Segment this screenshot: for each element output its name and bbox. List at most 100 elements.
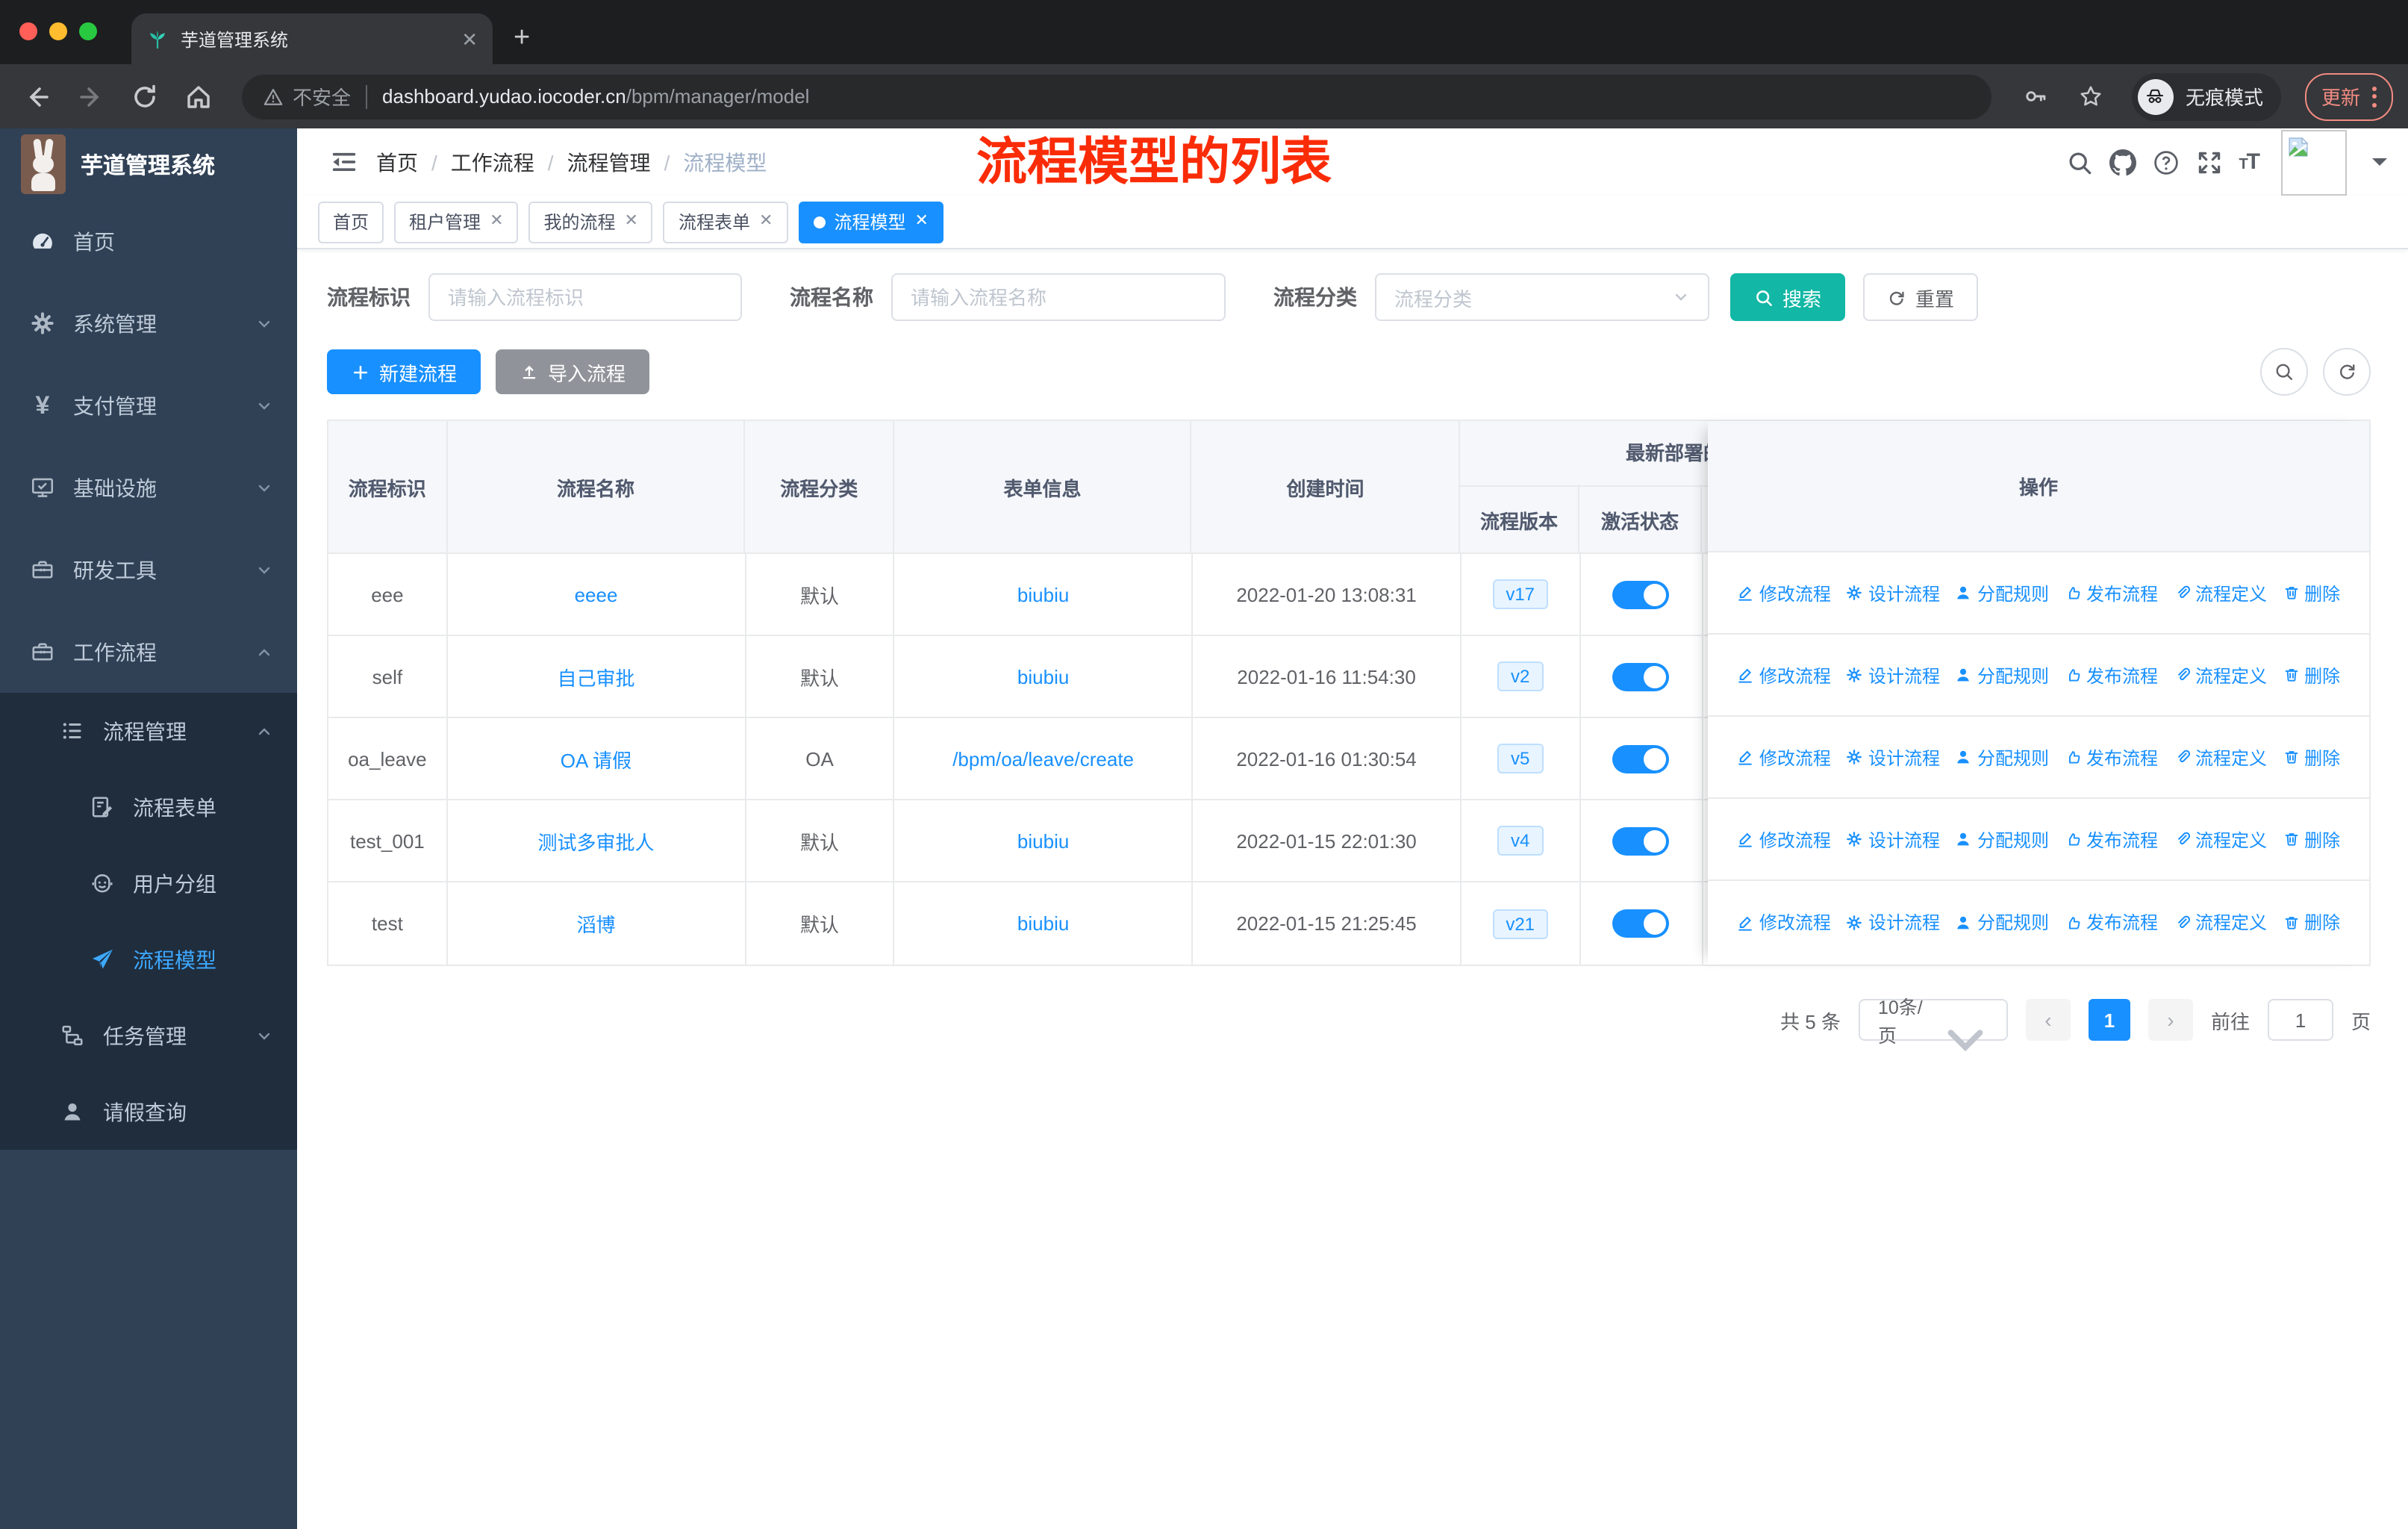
action-assign-user[interactable]: 分配规则 [1955, 909, 2049, 935]
sidebar-item-process-model[interactable]: 流程模型 [0, 921, 297, 997]
close-icon[interactable]: ✕ [625, 213, 638, 230]
browser-tab[interactable]: 芋道管理系统 ✕ [131, 13, 493, 64]
search-icon[interactable] [2065, 149, 2092, 175]
action-publish[interactable]: 发布流程 [2064, 580, 2158, 605]
breadcrumb-item[interactable]: 首页 [376, 147, 418, 177]
form-info-link[interactable]: biubiu [1017, 583, 1069, 605]
action-assign-user[interactable]: 分配规则 [1955, 662, 2049, 688]
sidebar-item-process-form[interactable]: 流程表单 [0, 769, 297, 845]
action-design-gear[interactable]: 设计流程 [1846, 580, 1940, 605]
create-process-button[interactable]: 新建流程 [327, 349, 481, 394]
view-tag-流程表单[interactable]: 流程表单 ✕ [663, 201, 788, 243]
category-select[interactable]: 流程分类 [1375, 273, 1709, 321]
forward-icon[interactable] [76, 81, 106, 111]
action-edit[interactable]: 修改流程 [1737, 826, 1831, 852]
next-page-button[interactable]: › [2147, 999, 2193, 1041]
sidebar-item-devtools[interactable]: 研发工具 [0, 529, 297, 611]
sidebar-item-home[interactable]: 首页 [0, 200, 297, 282]
close-window-button[interactable] [19, 22, 37, 40]
action-design-gear[interactable]: 设计流程 [1846, 826, 1940, 852]
process-name-link[interactable]: OA 请假 [561, 744, 631, 773]
breadcrumb-item[interactable]: 工作流程 [451, 147, 534, 177]
process-name-input[interactable] [891, 273, 1226, 321]
form-info-link[interactable]: biubiu [1017, 665, 1069, 688]
back-icon[interactable] [22, 81, 52, 111]
action-assign-user[interactable]: 分配规则 [1955, 580, 2049, 605]
github-icon[interactable] [2109, 149, 2136, 175]
breadcrumb-item[interactable]: 流程管理 [567, 147, 651, 177]
home-icon[interactable] [184, 81, 213, 111]
action-assign-user[interactable]: 分配规则 [1955, 826, 2049, 852]
page-size-select[interactable]: 10条/页 [1858, 997, 2008, 1052]
action-publish[interactable]: 发布流程 [2064, 826, 2158, 852]
process-name-link[interactable]: eeee [575, 583, 618, 605]
sidebar-item-user-group[interactable]: 用户分组 [0, 845, 297, 921]
active-toggle[interactable] [1612, 662, 1670, 691]
action-definition-link[interactable]: 流程定义 [2173, 744, 2267, 770]
sidebar-item-workflow[interactable]: 工作流程 [0, 611, 297, 693]
process-name-link[interactable]: 测试多审批人 [537, 826, 654, 855]
address-bar[interactable]: 不安全 dashboard.yudao.iocoder.cn /bpm/mana… [242, 74, 1991, 119]
form-info-link[interactable]: biubiu [1017, 829, 1069, 852]
action-publish[interactable]: 发布流程 [2064, 662, 2158, 688]
help-icon[interactable] [2152, 149, 2179, 175]
insecure-label[interactable]: 不安全 [293, 82, 351, 110]
window-controls[interactable] [19, 22, 97, 40]
bookmark-star-icon[interactable] [2078, 84, 2103, 109]
reset-button[interactable]: 重置 [1863, 273, 1979, 321]
action-design-gear[interactable]: 设计流程 [1846, 909, 1940, 935]
active-toggle[interactable] [1612, 909, 1670, 938]
sidebar-item-payment[interactable]: ¥ 支付管理 [0, 364, 297, 446]
action-trash[interactable]: 删除 [2282, 909, 2340, 935]
action-trash[interactable]: 删除 [2282, 826, 2340, 852]
action-definition-link[interactable]: 流程定义 [2173, 909, 2267, 935]
tab-close-icon[interactable]: ✕ [461, 29, 478, 49]
active-toggle[interactable] [1612, 826, 1670, 855]
search-button[interactable]: 搜索 [1730, 273, 1846, 321]
form-info-link[interactable]: /bpm/oa/leave/create [952, 747, 1134, 770]
avatar[interactable] [2281, 129, 2347, 195]
minimize-window-button[interactable] [49, 22, 67, 40]
caret-down-icon[interactable] [2372, 158, 2387, 173]
action-publish[interactable]: 发布流程 [2064, 909, 2158, 935]
reload-icon[interactable] [130, 81, 160, 111]
key-icon[interactable] [2023, 84, 2048, 109]
active-toggle[interactable] [1612, 580, 1670, 608]
action-trash[interactable]: 删除 [2282, 662, 2340, 688]
sidebar-item-leave-query[interactable]: 请假查询 [0, 1074, 297, 1150]
update-label[interactable]: 更新 [2321, 82, 2360, 110]
prev-page-button[interactable]: ‹ [2025, 999, 2071, 1041]
refresh-table-button[interactable] [2323, 348, 2371, 396]
close-icon[interactable]: ✕ [490, 213, 503, 230]
process-id-input[interactable] [428, 273, 742, 321]
action-assign-user[interactable]: 分配规则 [1955, 744, 2049, 770]
import-process-button[interactable]: 导入流程 [496, 349, 650, 394]
sidebar-item-task-mgmt[interactable]: 任务管理 [0, 997, 297, 1074]
view-tag-我的流程[interactable]: 我的流程 ✕ [528, 201, 653, 243]
sidebar-item-process-mgmt[interactable]: 流程管理 [0, 693, 297, 769]
action-trash[interactable]: 删除 [2282, 580, 2340, 605]
process-name-link[interactable]: 自己审批 [557, 662, 634, 691]
action-publish[interactable]: 发布流程 [2064, 744, 2158, 770]
process-name-link[interactable]: 滔博 [576, 909, 615, 938]
view-tag-租户管理[interactable]: 租户管理 ✕ [394, 201, 519, 243]
new-tab-button[interactable]: + [514, 24, 530, 52]
action-definition-link[interactable]: 流程定义 [2173, 662, 2267, 688]
menu-dots-icon[interactable] [2372, 86, 2377, 107]
app-logo[interactable]: 芋道管理系统 [0, 128, 297, 200]
action-edit[interactable]: 修改流程 [1737, 909, 1831, 935]
action-edit[interactable]: 修改流程 [1737, 580, 1831, 605]
view-tag-流程模型[interactable]: 流程模型 ✕ [798, 201, 943, 243]
collapse-sidebar-icon[interactable] [330, 148, 358, 176]
current-page-button[interactable]: 1 [2088, 999, 2130, 1041]
action-definition-link[interactable]: 流程定义 [2173, 826, 2267, 852]
active-toggle[interactable] [1612, 744, 1670, 773]
form-info-link[interactable]: biubiu [1017, 912, 1069, 935]
action-design-gear[interactable]: 设计流程 [1846, 662, 1940, 688]
fullscreen-icon[interactable] [2195, 149, 2222, 175]
sidebar-item-infra[interactable]: 基础设施 [0, 446, 297, 529]
action-trash[interactable]: 删除 [2282, 744, 2340, 770]
show-search-button[interactable] [2260, 348, 2308, 396]
sidebar-item-system[interactable]: 系统管理 [0, 282, 297, 364]
action-edit[interactable]: 修改流程 [1737, 744, 1831, 770]
